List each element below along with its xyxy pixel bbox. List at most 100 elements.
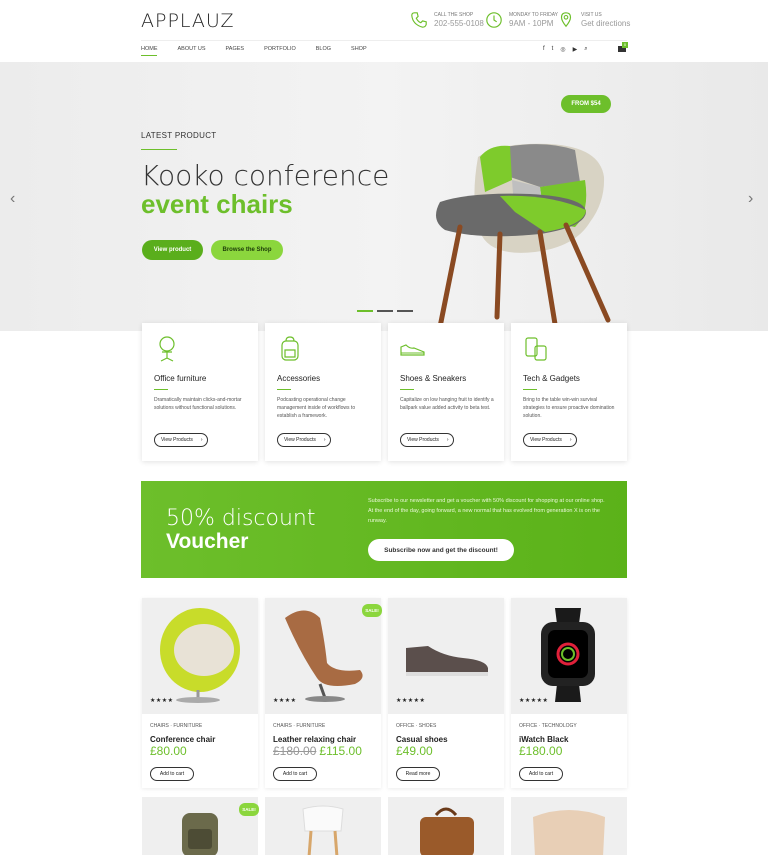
main-nav: HOME ABOUT US PAGES PORTFOLIO BLOG SHOP xyxy=(141,46,387,58)
facebook-icon[interactable]: f xyxy=(543,46,545,53)
sale-badge: SALE! xyxy=(362,604,382,617)
nav-portfolio[interactable]: PORTFOLIO xyxy=(264,46,296,58)
button-label: View Products xyxy=(284,437,316,443)
product-card[interactable]: SALE! xyxy=(142,797,259,855)
price-current: £180.00 xyxy=(519,744,563,758)
category-card: Tech & Gadgets Bring to the table win-wi… xyxy=(511,323,627,461)
social-links: f t ◎ ▶ ⌕ xyxy=(543,46,588,53)
product-cat-link[interactable]: CHAIRS xyxy=(150,723,169,729)
rating-stars: ★★★★ xyxy=(273,698,297,704)
call-shop-info[interactable]: CALL THE SHOP 202-555-0108 xyxy=(410,9,484,31)
backpack-icon xyxy=(281,336,299,361)
subscribe-button[interactable]: Subscribe now and get the discount! xyxy=(368,539,514,561)
voucher-title-line2: Voucher xyxy=(166,530,249,553)
product-cat-link[interactable]: FURNITURE xyxy=(296,723,325,729)
youtube-icon[interactable]: ▶ xyxy=(573,46,578,53)
product-card[interactable] xyxy=(388,797,504,855)
product-cat-link[interactable]: CHAIRS xyxy=(273,723,292,729)
product-cat-link[interactable]: TECHNOLOGY xyxy=(542,723,577,729)
product-cat-link[interactable]: OFFICE xyxy=(396,723,414,729)
category-title: Accessories xyxy=(277,374,321,383)
view-products-button[interactable]: View Products › xyxy=(400,433,454,447)
product-card[interactable] xyxy=(265,797,381,855)
slider-dots xyxy=(357,310,413,312)
product-name[interactable]: iWatch Black xyxy=(519,735,569,744)
chevron-right-icon: › xyxy=(200,437,203,443)
category-underline xyxy=(277,389,291,390)
voucher-banner: 50% discount Voucher Subscribe to our ne… xyxy=(141,481,627,578)
rating-stars: ★★★★★ xyxy=(396,698,426,704)
product-name[interactable]: Conference chair xyxy=(150,735,215,744)
instagram-icon[interactable]: ◎ xyxy=(560,46,565,53)
map-pin-icon xyxy=(560,12,572,28)
category-title: Office furniture xyxy=(154,374,207,383)
nav-blog[interactable]: BLOG xyxy=(316,46,331,58)
category-card: Accessories Podcasting operational chang… xyxy=(265,323,381,461)
product-card[interactable]: ★★★★ CHAIRS · FURNITURE Conference chair… xyxy=(142,598,258,788)
add-to-cart-button[interactable]: Add to cart xyxy=(150,767,194,781)
slider-next-icon[interactable]: › xyxy=(748,190,753,208)
add-to-cart-button[interactable]: Add to cart xyxy=(519,767,563,781)
add-to-cart-button[interactable]: Add to cart xyxy=(273,767,317,781)
browse-shop-button[interactable]: Browse the Shop xyxy=(211,240,283,260)
product-name[interactable]: Casual shoes xyxy=(396,735,448,744)
header-divider xyxy=(141,40,627,41)
category-desc: Capitalize on low hanging fruit to ident… xyxy=(400,397,494,411)
nav-pages[interactable]: PAGES xyxy=(226,46,245,58)
product-price: £180.00 xyxy=(519,744,562,758)
view-product-button[interactable]: View product xyxy=(142,240,203,260)
product-cat-link[interactable]: OFFICE xyxy=(519,723,537,729)
category-desc: Podcasting operational change management… xyxy=(277,397,356,419)
product-cat-link[interactable]: FURNITURE xyxy=(173,723,202,729)
nav-shop[interactable]: SHOP xyxy=(351,46,367,58)
hero-slider: FROM $54 xyxy=(0,62,768,331)
category-underline xyxy=(523,389,537,390)
button-label: View Products xyxy=(407,437,439,443)
product-categories: CHAIRS · FURNITURE xyxy=(273,723,326,729)
visit-info[interactable]: VISIT US Get directions xyxy=(557,9,630,31)
search-icon[interactable]: ⌕ xyxy=(584,46,587,53)
view-products-button[interactable]: View Products › xyxy=(154,433,208,447)
category-underline xyxy=(154,389,168,390)
slider-dot[interactable] xyxy=(357,310,373,312)
price-old: £180.00 xyxy=(273,744,317,758)
price-current: £115.00 xyxy=(319,744,362,758)
nav-home[interactable]: HOME xyxy=(141,46,158,58)
category-desc: Bring to the table win-win survival stra… xyxy=(523,397,615,419)
product-card[interactable]: ★★★★★ OFFICE · TECHNOLOGY iWatch Black £… xyxy=(511,598,627,788)
hours-label: MONDAY TO FRIDAY xyxy=(509,11,558,18)
wooden-chair-image xyxy=(302,805,344,855)
product-cat-link[interactable]: SHOES xyxy=(419,723,437,729)
call-value: 202-555-0108 xyxy=(434,18,484,28)
hero-kicker-underline xyxy=(141,149,177,150)
product-card[interactable]: SALE! ★★★★ CHAIRS · FURNITURE Leather re… xyxy=(265,598,382,788)
product-card[interactable]: ★★★★★ OFFICE · SHOES Casual shoes £49.00… xyxy=(388,598,504,788)
slider-prev-icon[interactable]: ‹ xyxy=(10,190,15,208)
nav-about[interactable]: ABOUT US xyxy=(178,46,206,58)
chevron-right-icon: › xyxy=(323,437,326,443)
price-current: £80.00 xyxy=(150,744,187,758)
slider-dot[interactable] xyxy=(377,310,393,312)
product-categories: CHAIRS · FURNITURE xyxy=(150,723,203,729)
chevron-right-icon: › xyxy=(446,437,449,443)
view-products-button[interactable]: View Products › xyxy=(523,433,577,447)
category-card: Shoes & Sneakers Capitalize on low hangi… xyxy=(388,323,504,461)
gadget-icon xyxy=(525,337,547,361)
slider-dot[interactable] xyxy=(397,310,413,312)
site-logo[interactable]: APPLAUZ xyxy=(141,10,235,32)
product-card[interactable] xyxy=(511,797,627,855)
read-more-button[interactable]: Read more xyxy=(396,767,440,781)
product-name[interactable]: Leather relaxing chair xyxy=(273,735,356,744)
product-price: £180.00 £115.00 xyxy=(273,744,362,758)
category-title: Shoes & Sneakers xyxy=(400,374,467,383)
clock-icon xyxy=(486,12,502,28)
product-price: £80.00 xyxy=(150,744,187,758)
cart-icon[interactable]: 0 xyxy=(618,42,628,52)
view-products-button[interactable]: View Products › xyxy=(277,433,331,447)
leather-bag-image xyxy=(420,807,474,855)
cart-count-badge: 0 xyxy=(622,42,628,48)
hero-title-line2: event chairs xyxy=(141,189,293,219)
button-label: View Products xyxy=(530,437,562,443)
twitter-icon[interactable]: t xyxy=(552,46,554,53)
visit-link[interactable]: Get directions xyxy=(581,19,630,29)
